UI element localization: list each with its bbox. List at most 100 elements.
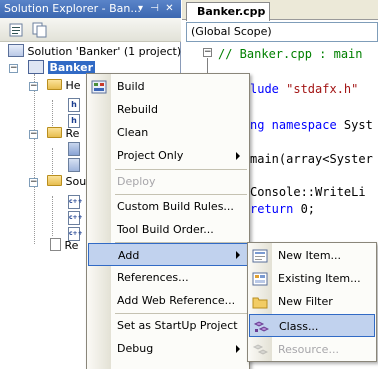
build-icon [91, 79, 107, 94]
tree-file-item[interactable]: h [68, 110, 80, 128]
tab-banker-cpp[interactable]: Banker.cpp [186, 2, 270, 21]
scope-value: (Global Scope) [191, 25, 272, 38]
menu-item-label: Existing Item... [278, 272, 361, 285]
collapse-folder-toggle[interactable]: − [29, 178, 38, 187]
code-line: main(array<Syster [250, 152, 373, 166]
folder-label: Sou [65, 175, 87, 188]
submenu-arrow-icon [236, 152, 240, 160]
project-node[interactable]: Banker [28, 60, 96, 76]
resource-file-icon [68, 158, 80, 172]
menu-item-add[interactable]: Add [88, 243, 248, 266]
menu-item-clean[interactable]: Clean [87, 121, 249, 144]
menu-item-label: Clean [117, 126, 149, 139]
tree-file-item[interactable]: c++ [68, 222, 83, 241]
tree-file-item[interactable]: h [68, 94, 80, 112]
menu-item-custom-build-rules[interactable]: Custom Build Rules... [87, 195, 249, 218]
code-token: main(array<Syster [250, 152, 373, 166]
menu-item-resource: Resource... [248, 338, 376, 361]
properties-icon[interactable] [8, 22, 24, 38]
code-line: ng namespace Syst [250, 118, 373, 132]
menu-item-label: Build [117, 80, 145, 93]
menu-item-references[interactable]: References... [87, 266, 249, 289]
menu-item-existing-item[interactable]: Existing Item... [248, 267, 376, 290]
menu-item-label: Add Web Reference... [117, 294, 236, 307]
text-file-icon [50, 238, 61, 251]
panel-title: Solution Explorer - Ban... [4, 2, 141, 15]
scope-dropdown[interactable]: (Global Scope) [186, 22, 378, 42]
folder-label: Re [65, 127, 80, 140]
class-icon [253, 319, 270, 333]
collapse-project-toggle[interactable]: − [9, 64, 18, 73]
menu-item-rebuild[interactable]: Rebuild [87, 98, 249, 121]
collapse-folder-toggle[interactable]: − [29, 82, 38, 91]
window-position-dropdown-icon[interactable]: ▾ [134, 2, 147, 15]
submenu-arrow-icon [236, 345, 240, 353]
menu-item-project-only[interactable]: Project Only [87, 144, 249, 167]
code-token: "stdafx.h" [286, 82, 359, 96]
solution-node[interactable]: Solution 'Banker' (1 project) [8, 44, 181, 60]
add-submenu: New Item... Existing Item... New Filter … [247, 242, 377, 362]
code-line: lude "stdafx.h" [250, 82, 358, 96]
auto-hide-pin-icon[interactable]: ⊣ [148, 2, 161, 15]
menu-item-label: Custom Build Rules... [117, 200, 234, 213]
close-icon[interactable]: ✕ [163, 2, 176, 15]
menu-item-label: Deploy [117, 175, 156, 188]
resource-file-icon [68, 142, 80, 156]
menu-item-label: Resource... [278, 343, 339, 356]
menu-item-add-web-reference[interactable]: Add Web Reference... [87, 289, 249, 312]
menu-item-new-item[interactable]: New Item... [248, 244, 376, 267]
code-line: // Banker.cpp : main [218, 47, 363, 61]
code-token: 0; [300, 202, 316, 216]
menu-item-label: Rebuild [117, 103, 158, 116]
folder-icon [47, 79, 62, 90]
code-token: return [250, 202, 301, 216]
code-token: ng namespace [250, 118, 344, 132]
menu-item-build[interactable]: Build [87, 75, 249, 98]
resource-icon [252, 342, 269, 356]
menu-item-label: Set as StartUp Project [117, 319, 238, 332]
menu-item-tool-build-order[interactable]: Tool Build Order... [87, 218, 249, 241]
folder-icon [47, 127, 62, 138]
menu-item-label: References... [117, 271, 189, 284]
folder-icon [47, 175, 62, 186]
submenu-arrow-icon [236, 251, 240, 259]
folder-resource-files[interactable]: Re [47, 126, 79, 142]
menu-item-label: Project Only [117, 149, 184, 162]
menu-item-label: New Item... [278, 249, 342, 262]
menu-item-label: Add [118, 249, 140, 262]
tree-file-item[interactable] [68, 142, 80, 158]
show-all-files-icon[interactable] [32, 22, 48, 38]
code-line: Console::WriteLi [250, 185, 366, 199]
project-icon [28, 60, 44, 74]
folder-source-files[interactable]: Sou [47, 174, 86, 190]
menu-item-label: Tool Build Order... [117, 223, 214, 236]
menu-item-new-filter[interactable]: New Filter [248, 290, 376, 313]
solution-explorer-toolbar [0, 18, 181, 42]
menu-item-label: New Filter [278, 295, 333, 308]
solution-icon [8, 44, 24, 57]
code-token: Console::WriteLi [250, 185, 366, 199]
collapse-folder-toggle[interactable]: − [29, 130, 38, 139]
tree-file-item[interactable]: c++ [68, 190, 83, 209]
menu-item-set-startup-project[interactable]: Set as StartUp Project [87, 314, 249, 337]
code-token: Syst [343, 118, 373, 132]
folder-header-files[interactable]: He [47, 78, 81, 94]
file-label: Re [64, 239, 79, 252]
menu-item-debug[interactable]: Debug [87, 337, 249, 360]
code-token: // Banker.cpp : main [218, 47, 363, 61]
menu-item-class[interactable]: Class... [249, 314, 375, 337]
menu-item-deploy: Deploy [87, 170, 249, 193]
existing-item-icon [252, 271, 268, 286]
project-context-menu: Build Rebuild Clean Project Only Deploy … [86, 73, 250, 369]
tree-file-item[interactable]: c++ [68, 206, 83, 225]
tree-file-item[interactable] [68, 158, 80, 174]
folder-label: He [65, 79, 81, 92]
outline-collapse-toggle[interactable]: − [203, 48, 212, 57]
code-token: lude [250, 82, 287, 96]
menu-item-label: Class... [279, 320, 319, 333]
solution-label: Solution 'Banker' (1 project) [27, 45, 182, 58]
tree-file-readme[interactable]: Re [50, 238, 78, 254]
new-item-icon [252, 248, 268, 263]
folder-icon [252, 294, 268, 309]
menu-item-label: Debug [117, 342, 154, 355]
